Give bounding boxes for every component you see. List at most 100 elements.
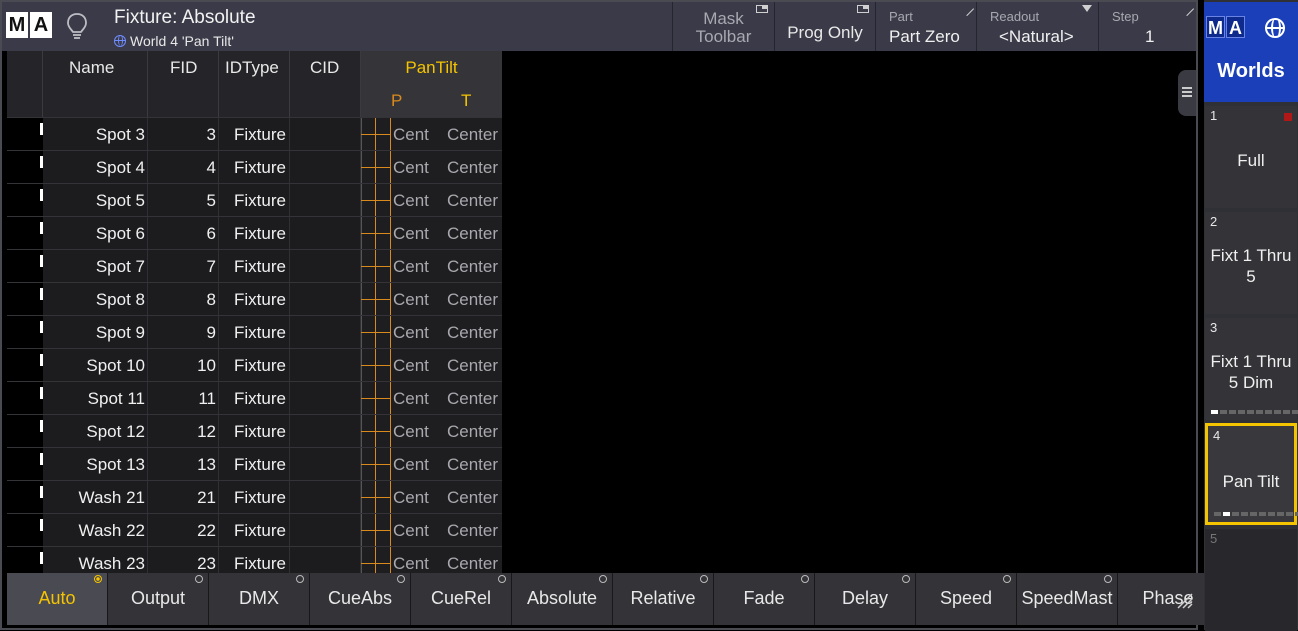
fixture-cid-cell[interactable] xyxy=(290,217,361,249)
world-pool-item[interactable]: 5 xyxy=(1205,529,1297,631)
table-row[interactable]: Spot 4 4 Fixture Cent Center xyxy=(7,150,502,183)
fixture-fid-cell[interactable]: 21 xyxy=(148,481,219,513)
pantilt-cell[interactable]: Cent Center xyxy=(361,283,502,315)
table-row[interactable]: Spot 9 9 Fixture Cent Center xyxy=(7,315,502,348)
table-row[interactable]: Spot 3 3 Fixture Cent Center xyxy=(7,117,502,150)
fixture-idtype-cell[interactable]: Fixture xyxy=(219,415,290,447)
fixture-fid-cell[interactable]: 5 xyxy=(148,184,219,216)
pan-value[interactable]: Cent xyxy=(393,415,429,448)
row-select-cell[interactable] xyxy=(7,415,43,447)
fixture-cid-cell[interactable] xyxy=(290,382,361,414)
fixture-idtype-cell[interactable]: Fixture xyxy=(219,151,290,183)
pan-value[interactable]: Cent xyxy=(393,382,429,415)
tilt-value[interactable]: Center xyxy=(447,316,498,349)
column-header-cid[interactable]: CID xyxy=(290,51,361,117)
row-select-cell[interactable] xyxy=(7,151,43,183)
row-select-cell[interactable] xyxy=(7,283,43,315)
step-button[interactable]: Step 1 xyxy=(1098,1,1196,51)
fixture-cid-cell[interactable] xyxy=(290,349,361,381)
world-pool-item[interactable]: 4 Pan Tilt xyxy=(1205,423,1298,525)
fixture-fid-cell[interactable]: 12 xyxy=(148,415,219,447)
pan-subheader[interactable]: P xyxy=(391,91,402,111)
part-button[interactable]: Part Part Zero xyxy=(875,1,976,51)
fixture-cid-cell[interactable] xyxy=(290,250,361,282)
side-menu-handle[interactable] xyxy=(1178,70,1196,116)
tilt-value[interactable]: Center xyxy=(447,481,498,514)
tilt-value[interactable]: Center xyxy=(447,250,498,283)
fixture-idtype-cell[interactable]: Fixture xyxy=(219,283,290,315)
pan-value[interactable]: Cent xyxy=(393,217,429,250)
row-select-cell[interactable] xyxy=(7,118,43,150)
fixture-idtype-cell[interactable]: Fixture xyxy=(219,349,290,381)
table-row[interactable]: Spot 12 12 Fixture Cent Center xyxy=(7,414,502,447)
fixture-name-cell[interactable]: Wash 22 xyxy=(43,514,148,546)
mask-toolbar-button[interactable]: Mask Toolbar xyxy=(672,2,774,51)
fixture-name-cell[interactable]: Wash 21 xyxy=(43,481,148,513)
row-select-cell[interactable] xyxy=(7,382,43,414)
fixture-cid-cell[interactable] xyxy=(290,184,361,216)
lightbulb-icon[interactable] xyxy=(66,12,88,42)
pan-value[interactable]: Cent xyxy=(393,184,429,217)
tilt-subheader[interactable]: T xyxy=(461,91,471,111)
fixture-fid-cell[interactable]: 22 xyxy=(148,514,219,546)
column-header-pantilt[interactable]: PanTilt P T xyxy=(361,51,502,117)
readout-dropdown[interactable]: Readout <Natural> xyxy=(976,2,1098,51)
row-select-cell[interactable] xyxy=(7,316,43,348)
mode-button-absolute[interactable]: Absolute xyxy=(512,573,613,625)
mode-button-relative[interactable]: Relative xyxy=(613,573,714,625)
pan-value[interactable]: Cent xyxy=(393,316,429,349)
worlds-header[interactable]: MA Worlds xyxy=(1204,2,1298,102)
tilt-value[interactable]: Center xyxy=(447,349,498,382)
fixture-idtype-cell[interactable]: Fixture xyxy=(219,118,290,150)
fixture-name-cell[interactable]: Spot 3 xyxy=(43,118,148,150)
world-pool-item[interactable]: 2 Fixt 1 Thru 5 xyxy=(1205,212,1297,314)
pantilt-cell[interactable]: Cent Center xyxy=(361,349,502,381)
fixture-name-cell[interactable]: Spot 5 xyxy=(43,184,148,216)
table-row[interactable]: Spot 10 10 Fixture Cent Center xyxy=(7,348,502,381)
fixture-name-cell[interactable]: Spot 7 xyxy=(43,250,148,282)
table-row[interactable]: Wash 21 21 Fixture Cent Center xyxy=(7,480,502,513)
table-row[interactable]: Spot 11 11 Fixture Cent Center xyxy=(7,381,502,414)
pantilt-cell[interactable]: Cent Center xyxy=(361,415,502,447)
mode-button-fade[interactable]: Fade xyxy=(714,573,815,625)
fixture-idtype-cell[interactable]: Fixture xyxy=(219,448,290,480)
pan-value[interactable]: Cent xyxy=(393,349,429,382)
fixture-name-cell[interactable]: Spot 11 xyxy=(43,382,148,414)
column-header-name[interactable]: Name xyxy=(43,51,148,117)
fixture-idtype-cell[interactable]: Fixture xyxy=(219,382,290,414)
pantilt-cell[interactable]: Cent Center xyxy=(361,118,502,150)
table-row[interactable]: Spot 8 8 Fixture Cent Center xyxy=(7,282,502,315)
row-select-cell[interactable] xyxy=(7,448,43,480)
mode-button-auto[interactable]: Auto xyxy=(7,573,108,625)
table-row[interactable]: Spot 13 13 Fixture Cent Center xyxy=(7,447,502,480)
fixture-name-cell[interactable]: Spot 8 xyxy=(43,283,148,315)
pan-value[interactable]: Cent xyxy=(393,250,429,283)
fixture-cid-cell[interactable] xyxy=(290,448,361,480)
fixture-idtype-cell[interactable]: Fixture xyxy=(219,481,290,513)
table-row[interactable]: Spot 7 7 Fixture Cent Center xyxy=(7,249,502,282)
fixture-fid-cell[interactable]: 3 xyxy=(148,118,219,150)
fixture-name-cell[interactable]: Spot 9 xyxy=(43,316,148,348)
pan-value[interactable]: Cent xyxy=(393,151,429,184)
fixture-cid-cell[interactable] xyxy=(290,415,361,447)
pantilt-cell[interactable]: Cent Center xyxy=(361,151,502,183)
pantilt-cell[interactable]: Cent Center xyxy=(361,481,502,513)
tilt-value[interactable]: Center xyxy=(447,514,498,547)
column-header-fid[interactable]: FID xyxy=(148,51,219,117)
tilt-value[interactable]: Center xyxy=(447,415,498,448)
pan-value[interactable]: Cent xyxy=(393,448,429,481)
fixture-idtype-cell[interactable]: Fixture xyxy=(219,184,290,216)
pantilt-cell[interactable]: Cent Center xyxy=(361,250,502,282)
select-column-header[interactable] xyxy=(7,51,43,117)
pantilt-cell[interactable]: Cent Center xyxy=(361,514,502,546)
row-select-cell[interactable] xyxy=(7,250,43,282)
tilt-value[interactable]: Center xyxy=(447,448,498,481)
fixture-name-cell[interactable]: Spot 6 xyxy=(43,217,148,249)
world-pool-item[interactable]: 1 Full xyxy=(1205,106,1297,208)
fixture-idtype-cell[interactable]: Fixture xyxy=(219,514,290,546)
mode-button-output[interactable]: Output xyxy=(108,573,209,625)
mode-button-speedmast[interactable]: SpeedMast xyxy=(1017,573,1118,625)
fixture-idtype-cell[interactable]: Fixture xyxy=(219,217,290,249)
fixture-fid-cell[interactable]: 10 xyxy=(148,349,219,381)
tilt-value[interactable]: Center xyxy=(447,283,498,316)
